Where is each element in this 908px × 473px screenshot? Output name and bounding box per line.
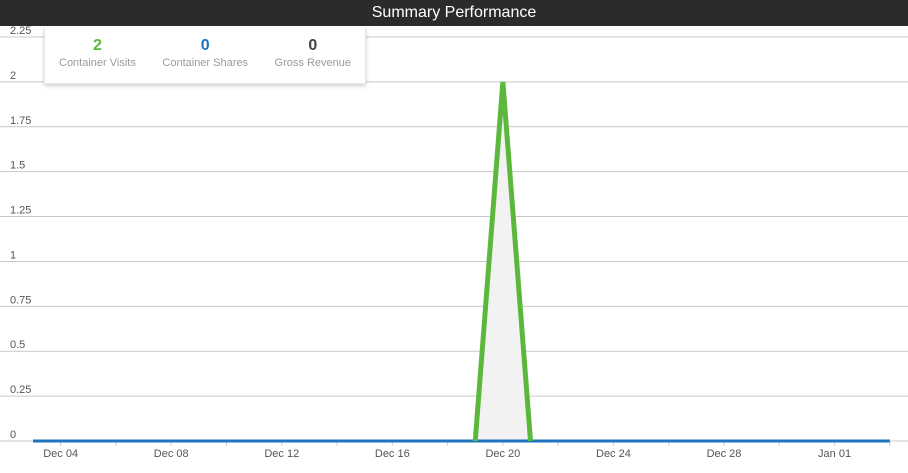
x-tick-label: Dec 08 <box>154 448 189 460</box>
x-tick-label: Dec 24 <box>596 448 631 460</box>
y-tick-label: 0.5 <box>10 339 25 351</box>
y-tick-label: 2 <box>10 70 16 82</box>
summary-box: 2 Container Visits 0 Container Shares 0 … <box>44 28 366 84</box>
stat-gross-revenue: 0 Gross Revenue <box>275 28 351 83</box>
stat-value: 0 <box>308 37 318 54</box>
x-tick-label: Jan 01 <box>818 448 851 460</box>
x-tick-label: Dec 12 <box>264 448 299 460</box>
x-axis-labels: Dec 04 Dec 08 Dec 12 Dec 16 Dec 20 Dec 24 Dec … <box>43 448 851 460</box>
y-tick-label: 2.25 <box>10 25 31 37</box>
stat-label: Gross Revenue <box>274 57 351 69</box>
y-tick-label: 1.25 <box>10 205 31 217</box>
stat-value: 0 <box>200 37 210 54</box>
chart-grid <box>0 36 908 442</box>
stat-container-visits: 2 Container Visits <box>59 28 136 83</box>
stat-label: Container Shares <box>162 57 248 69</box>
y-tick-label: 1.75 <box>10 115 31 127</box>
stat-value: 2 <box>92 37 102 54</box>
x-tick-label: Dec 04 <box>43 448 78 460</box>
x-tick-label: Dec 16 <box>375 448 410 460</box>
y-tick-label: 1.5 <box>10 160 25 172</box>
chart-title: Summary Performance <box>0 0 908 26</box>
y-tick-label: 0.25 <box>10 384 31 396</box>
y-tick-label: 0.75 <box>10 294 31 306</box>
x-tick-label: Dec 28 <box>707 448 742 460</box>
stat-container-shares: 0 Container Shares <box>162 28 248 83</box>
y-tick-label: 1 <box>10 249 16 261</box>
y-tick-label: 0 <box>10 429 16 441</box>
x-tick-label: Dec 20 <box>485 448 520 460</box>
y-axis-labels: 0 0.25 0.5 0.75 1 1.25 1.5 1.75 2 2.25 <box>10 25 31 441</box>
stat-label: Container Visits <box>59 57 136 69</box>
